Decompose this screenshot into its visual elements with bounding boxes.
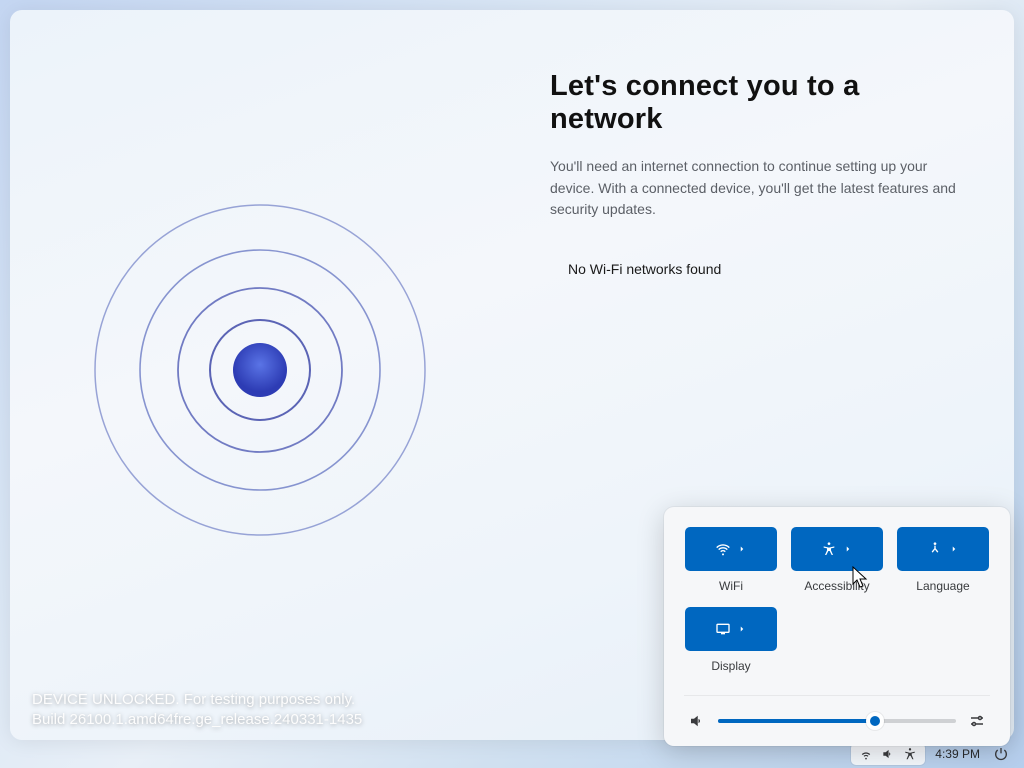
power-icon: [993, 746, 1009, 762]
language-icon: [927, 541, 943, 557]
watermark-line2: Build 26100.1.amd64fre.ge_release.240331…: [32, 710, 362, 730]
watermark-line1: DEVICE UNLOCKED. For testing purposes on…: [32, 690, 362, 710]
accessibility-tray-icon: [903, 747, 917, 761]
display-tile[interactable]: [685, 607, 777, 651]
accessibility-tile[interactable]: [791, 527, 883, 571]
chevron-right-icon: [949, 544, 959, 554]
wifi-tile[interactable]: [685, 527, 777, 571]
volume-slider[interactable]: [718, 719, 956, 723]
accessibility-icon: [821, 541, 837, 557]
volume-tray-icon: [881, 747, 895, 761]
chevron-right-icon: [737, 624, 747, 634]
page-title: Let's connect you to a network: [550, 70, 974, 136]
chevron-right-icon: [737, 544, 747, 554]
language-tile-label: Language: [896, 579, 990, 593]
quick-settings-flyout: WiFi Accessibility Language Display: [664, 507, 1010, 746]
display-tile-label: Display: [684, 659, 778, 673]
network-illustration: [50, 140, 470, 560]
wifi-icon: [715, 541, 731, 557]
speaker-icon: [688, 712, 706, 730]
language-tile[interactable]: [897, 527, 989, 571]
page-subtitle: You'll need an internet connection to co…: [550, 156, 974, 221]
accessibility-tile-label: Accessibility: [790, 579, 884, 593]
display-icon: [715, 621, 731, 637]
build-watermark: DEVICE UNLOCKED. For testing purposes on…: [32, 690, 362, 731]
wifi-tile-label: WiFi: [684, 579, 778, 593]
no-networks-message: No Wi-Fi networks found: [568, 261, 974, 277]
power-button[interactable]: [990, 743, 1012, 765]
mixer-icon[interactable]: [968, 712, 986, 730]
chevron-right-icon: [843, 544, 853, 554]
system-tray[interactable]: [851, 743, 925, 765]
taskbar-clock: 4:39 PM: [935, 747, 980, 761]
wifi-tray-icon: [859, 747, 873, 761]
